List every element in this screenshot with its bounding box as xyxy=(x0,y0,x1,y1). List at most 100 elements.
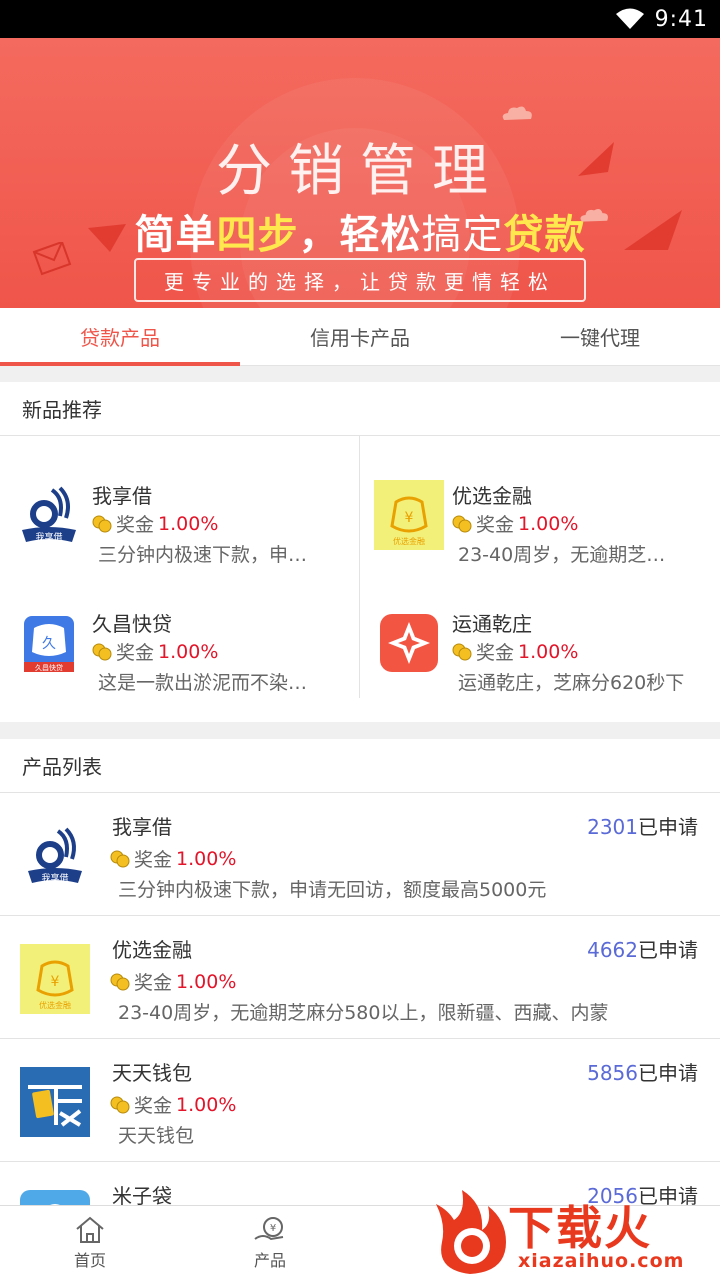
tab-credit-card-products[interactable]: 信用卡产品 xyxy=(240,308,480,365)
bonus-row: 奖金 1.00% xyxy=(110,845,236,872)
product-desc: 三分钟内极速下款，申请无回访，额度最高5000元 xyxy=(118,879,547,901)
product-name: 我享借 xyxy=(92,484,152,508)
new-product-card[interactable]: 久 久昌快贷 久昌快贷 奖金 1.00% 这是一款出淤泥而不染… xyxy=(0,564,360,694)
bonus-rate: 1.00% xyxy=(158,640,219,663)
slogan-part: 轻松 xyxy=(339,212,422,258)
nav-label: 产品 xyxy=(253,1251,286,1270)
flame-logo-icon xyxy=(436,1190,506,1274)
svg-text:¥: ¥ xyxy=(405,510,414,526)
product-name: 优选金融 xyxy=(452,484,532,508)
applied-count: 5856已申请 xyxy=(587,1057,698,1086)
category-tabs: 贷款产品 信用卡产品 一键代理 xyxy=(0,308,720,366)
bonus-label: 奖金 xyxy=(476,642,515,664)
slogan-highlight: 贷款 xyxy=(503,212,586,258)
product-desc: 运通乾庄，芝麻分620秒下 xyxy=(458,672,685,694)
slogan-part: ， xyxy=(298,212,340,258)
nav-home[interactable]: 首页 xyxy=(0,1206,180,1280)
product-row[interactable]: 天天钱包 5856已申请 奖金 1.00% 天天钱包 xyxy=(0,1039,720,1162)
tab-loan-products[interactable]: 贷款产品 xyxy=(0,308,240,366)
coin-icon xyxy=(92,515,112,532)
yuntong-logo-icon xyxy=(374,608,444,678)
product-name: 优选金融 xyxy=(112,938,192,962)
banner-title: 分销管理 xyxy=(216,139,504,204)
product-row[interactable]: ¥ 优选金融 优选金融 4662已申请 奖金 1.00% 23-40周岁，无逾期芝… xyxy=(0,916,720,1039)
slogan-highlight: 四步 xyxy=(216,212,299,258)
product-name: 天天钱包 xyxy=(112,1061,192,1085)
product-desc: 这是一款出淤泥而不染… xyxy=(98,672,308,694)
nav-products[interactable]: ¥ 产品 xyxy=(180,1206,360,1280)
new-products-grid: 我享借 我享借 奖金1.00% 三分钟内极速下款，申… ¥ 优选金融 优选金融 xyxy=(0,436,720,722)
status-bar: 9:41 xyxy=(0,0,720,38)
banner-tagline: 更专业的选择，让贷款更情轻松 xyxy=(134,258,586,302)
coin-icon xyxy=(92,643,112,660)
section-title: 新品推荐 xyxy=(0,382,720,436)
product-desc: 23-40周岁，无逾期芝麻分580以上，限新疆、西藏、内蒙 xyxy=(118,1002,609,1024)
bonus-row: 奖金 1.00% xyxy=(110,1091,236,1118)
status-time: 9:41 xyxy=(654,6,708,32)
svg-text:¥: ¥ xyxy=(270,1223,276,1234)
product-name: 我享借 xyxy=(112,815,172,839)
logo-text: 优选金融 xyxy=(393,536,425,546)
jiuchang-logo-icon: 久 久昌快贷 xyxy=(14,608,84,678)
youxuan-logo-icon: ¥ 优选金融 xyxy=(20,944,90,1014)
bonus-rate: 1.00% xyxy=(518,512,579,535)
bonus-label: 奖金 xyxy=(134,849,173,871)
bonus-row: 奖金 1.00% xyxy=(92,638,218,665)
logo-text: 我享借 xyxy=(35,531,62,543)
coin-icon xyxy=(452,515,472,532)
applied-count: 4662已申请 xyxy=(587,934,698,963)
new-product-card[interactable]: 我享借 我享借 奖金 1.00% 三分钟内极速下款，申… xyxy=(0,436,360,566)
tab-one-click-agent[interactable]: 一键代理 xyxy=(480,308,720,365)
applied-suffix: 已申请 xyxy=(638,1061,698,1085)
svg-text:¥: ¥ xyxy=(51,974,60,990)
home-icon xyxy=(76,1216,104,1243)
watermark-url: xiazaihuo.com xyxy=(518,1250,685,1272)
bonus-label: 奖金 xyxy=(116,514,155,536)
new-product-card[interactable]: 运通乾庄 奖金 1.00% 运通乾庄，芝麻分620秒下 xyxy=(360,564,720,694)
slogan-part: 简单 xyxy=(134,212,217,258)
logo-text: 久昌快贷 xyxy=(35,663,63,672)
coin-icon xyxy=(110,1096,130,1113)
bonus-label: 奖金 xyxy=(476,514,515,536)
applied-suffix: 已申请 xyxy=(638,815,698,839)
slogan-part: 搞定 xyxy=(421,212,504,258)
product-name: 久昌快贷 xyxy=(92,612,172,636)
applied-number: 2301 xyxy=(587,815,638,839)
bonus-rate: 1.00% xyxy=(176,847,237,870)
product-desc: 天天钱包 xyxy=(118,1125,195,1147)
coin-icon xyxy=(110,850,130,867)
logo-text: 我享借 xyxy=(41,872,68,884)
bonus-rate: 1.00% xyxy=(158,512,219,535)
bonus-rate: 1.00% xyxy=(176,970,237,993)
watermark-text: 下载火 xyxy=(508,1201,652,1255)
bonus-row: 奖金 1.00% xyxy=(92,510,218,537)
wifi-icon xyxy=(615,8,644,29)
app-root: 9:41 分销管理 简单四步，轻松搞定贷款 更专业的选择，让贷款更情轻松 贷款产… xyxy=(0,0,720,1280)
svg-text:久: 久 xyxy=(42,636,56,652)
applied-count: 2301已申请 xyxy=(587,811,698,840)
new-products-section: 新品推荐 我享借 我享借 奖金 1.00% 三分钟内极速下款，申… ¥ 优选金融… xyxy=(0,382,720,722)
bonus-label: 奖金 xyxy=(134,1095,173,1117)
product-list-section: 产品列表 我享借 我享借 2301已申请 奖金 1.00% 三分钟内极速下款，申请… xyxy=(0,739,720,1260)
youxuan-logo-icon: ¥ 优选金融 xyxy=(374,480,444,550)
bonus-rate: 1.00% xyxy=(518,640,579,663)
promo-banner[interactable]: 分销管理 简单四步，轻松搞定贷款 更专业的选择，让贷款更情轻松 xyxy=(0,38,720,308)
nav-label: 首页 xyxy=(73,1251,106,1270)
product-desc: 三分钟内极速下款，申… xyxy=(98,544,308,566)
product-name: 运通乾庄 xyxy=(452,612,532,636)
new-product-card[interactable]: ¥ 优选金融 优选金融 奖金 1.00% 23-40周岁，无逾期芝… xyxy=(360,436,720,566)
tiantian-logo-icon xyxy=(20,1067,90,1137)
watermark-logo: 下载火 xiazaihuo.com xyxy=(426,1178,720,1280)
logo-text: 优选金融 xyxy=(39,1000,71,1010)
applied-number: 5856 xyxy=(587,1061,638,1085)
section-title: 产品列表 xyxy=(0,739,720,793)
banner-slogan: 简单四步，轻松搞定贷款 xyxy=(0,202,720,260)
bonus-rate: 1.00% xyxy=(176,1093,237,1116)
cloud-icon xyxy=(502,106,532,120)
bonus-row: 奖金 1.00% xyxy=(452,638,578,665)
product-icon: ¥ xyxy=(254,1217,284,1241)
product-row[interactable]: 我享借 我享借 2301已申请 奖金 1.00% 三分钟内极速下款，申请无回访，额… xyxy=(0,793,720,916)
bonus-label: 奖金 xyxy=(116,642,155,664)
product-desc: 23-40周岁，无逾期芝… xyxy=(458,544,666,566)
coin-icon xyxy=(110,973,130,990)
